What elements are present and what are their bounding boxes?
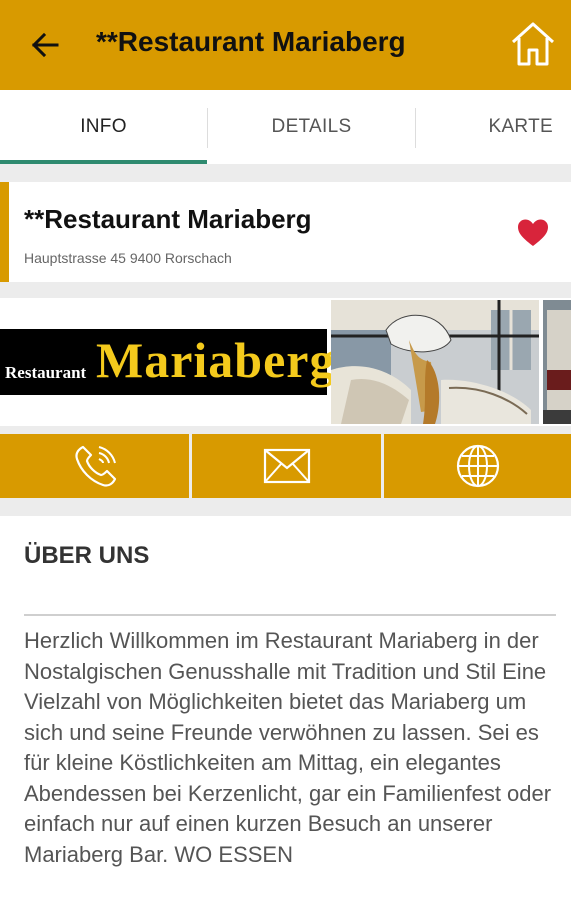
divider	[24, 614, 556, 616]
website-button[interactable]	[384, 434, 571, 498]
back-button[interactable]	[28, 27, 62, 63]
place-card: **Restaurant Mariaberg Hauptstrasse 45 9…	[0, 182, 571, 282]
about-section: ÜBER UNS Herzlich Willkommen im Restaura…	[0, 516, 571, 900]
arrow-left-icon	[31, 32, 59, 58]
contact-actions	[0, 434, 571, 498]
image-gallery[interactable]: Restaurant Mariaberg	[0, 298, 571, 426]
restaurant-logo-image[interactable]: Restaurant Mariaberg	[0, 329, 334, 395]
home-icon	[511, 22, 555, 66]
tab-info[interactable]: INFO	[0, 90, 207, 164]
place-name: **Restaurant Mariaberg	[24, 204, 312, 234]
tab-bar: INFO DETAILS KARTE	[0, 90, 571, 164]
phone-icon	[74, 445, 116, 487]
about-text: Herzlich Willkommen im Restaurant Mariab…	[24, 628, 552, 867]
mail-icon	[263, 448, 310, 484]
app-bar: **Restaurant Mariaberg	[0, 0, 571, 90]
stained-glass-photo[interactable]	[331, 300, 539, 424]
page-title: **Restaurant Mariaberg	[96, 26, 406, 57]
card-accent	[0, 182, 9, 282]
tab-karte[interactable]: KARTE	[416, 90, 571, 164]
about-heading: ÜBER UNS	[24, 542, 150, 569]
favorite-button[interactable]	[516, 218, 550, 248]
home-button[interactable]	[509, 20, 557, 68]
tab-details[interactable]: DETAILS	[208, 90, 415, 164]
heart-icon	[518, 219, 548, 246]
logo-small-text: Restaurant	[5, 363, 87, 382]
place-address: Hauptstrasse 45 9400 Rorschach	[24, 250, 232, 266]
call-button[interactable]	[0, 434, 189, 498]
email-button[interactable]	[192, 434, 381, 498]
logo-big-text: Mariaberg	[96, 332, 336, 388]
interior-photo[interactable]	[543, 300, 571, 424]
globe-icon	[456, 444, 499, 488]
active-tab-indicator	[0, 160, 207, 164]
